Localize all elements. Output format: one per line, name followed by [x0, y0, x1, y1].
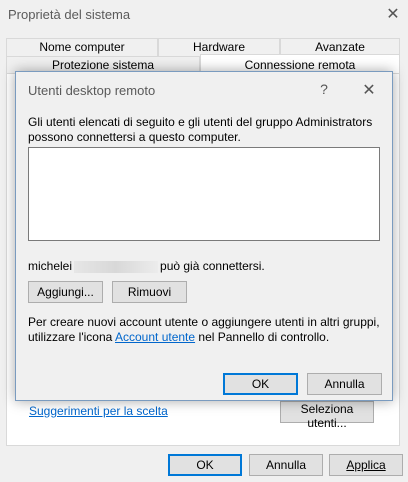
dialog-close-icon[interactable]: ✕ — [360, 80, 378, 100]
redacted-username — [74, 260, 159, 273]
user-status-text: può già connettersi. — [160, 259, 265, 273]
users-listbox[interactable] — [28, 147, 380, 241]
remove-button[interactable]: Rimuovi — [112, 281, 187, 303]
ok-button[interactable]: OK — [168, 454, 242, 476]
help-icon[interactable]: ? — [316, 81, 332, 97]
dialog-cancel-button[interactable]: Annulla — [307, 373, 382, 395]
account-link[interactable]: Account utente — [115, 330, 195, 344]
add-button[interactable]: Aggiungi... — [28, 281, 103, 303]
dialog-ok-button[interactable]: OK — [223, 373, 298, 395]
dialog-title: Utenti desktop remoto — [28, 83, 156, 98]
apply-label: Applica — [346, 458, 386, 472]
cancel-button[interactable]: Annulla — [249, 454, 323, 476]
window-title: Proprietà del sistema — [8, 7, 131, 22]
info-text-part2: nel Pannello di controllo. — [198, 330, 330, 344]
apply-button[interactable]: Applica — [329, 454, 403, 476]
window-close-icon[interactable]: ✕ — [384, 4, 402, 24]
user-status-line: michelei può già connettersi. — [28, 259, 265, 273]
tab-nome-computer[interactable]: Nome computer — [6, 38, 158, 56]
remote-desktop-users-dialog: Utenti desktop remoto ? ✕ Gli utenti ele… — [15, 71, 393, 401]
dialog-description: Gli utenti elencati di seguito e gli ute… — [28, 115, 373, 144]
user-name: michelei — [28, 259, 73, 273]
suggestion-link[interactable]: Suggerimenti per la scelta — [29, 404, 168, 418]
info-text: Per creare nuovi account utente o aggiun… — [28, 315, 380, 345]
select-users-button[interactable]: Seleziona utenti... — [280, 401, 374, 430]
